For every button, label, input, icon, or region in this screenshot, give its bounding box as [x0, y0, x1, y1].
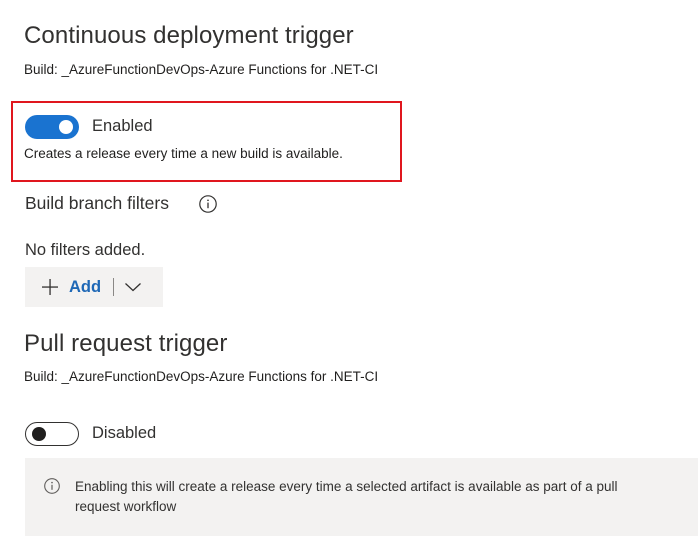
toggle-knob	[59, 120, 73, 134]
add-button[interactable]: Add	[25, 267, 113, 307]
cd-trigger-title: Continuous deployment trigger	[24, 22, 354, 49]
toggle-knob	[32, 426, 46, 441]
pr-info-line-2: request workflow	[75, 499, 177, 514]
no-filters-text: No filters added.	[25, 241, 146, 259]
add-dropdown-button[interactable]	[114, 267, 152, 307]
pr-info-text: Enabling this will create a release ever…	[75, 477, 695, 517]
info-icon[interactable]	[198, 194, 218, 214]
pr-build-source: Build: _AzureFunctionDevOps-Azure Functi…	[24, 369, 379, 384]
add-button-label: Add	[69, 277, 102, 296]
pr-info-message: Enabling this will create a release ever…	[25, 458, 698, 536]
chevron-down-icon	[125, 283, 142, 292]
add-filter-button: Add	[25, 267, 163, 307]
branch-filters-title: Build branch filters	[25, 193, 169, 213]
plus-icon	[42, 279, 58, 295]
pr-trigger-title: Pull request trigger	[24, 330, 228, 357]
info-icon	[44, 478, 60, 494]
highlight-box	[11, 101, 402, 182]
cd-build-source: Build: _AzureFunctionDevOps-Azure Functi…	[24, 62, 379, 77]
pr-enabled-toggle[interactable]	[25, 422, 79, 446]
cd-description: Creates a release every time a new build…	[24, 146, 343, 161]
cd-toggle-label: Enabled	[92, 117, 153, 135]
pr-toggle-label: Disabled	[92, 424, 157, 442]
pr-info-line-1: Enabling this will create a release ever…	[75, 479, 618, 494]
cd-enabled-toggle[interactable]	[25, 115, 79, 139]
